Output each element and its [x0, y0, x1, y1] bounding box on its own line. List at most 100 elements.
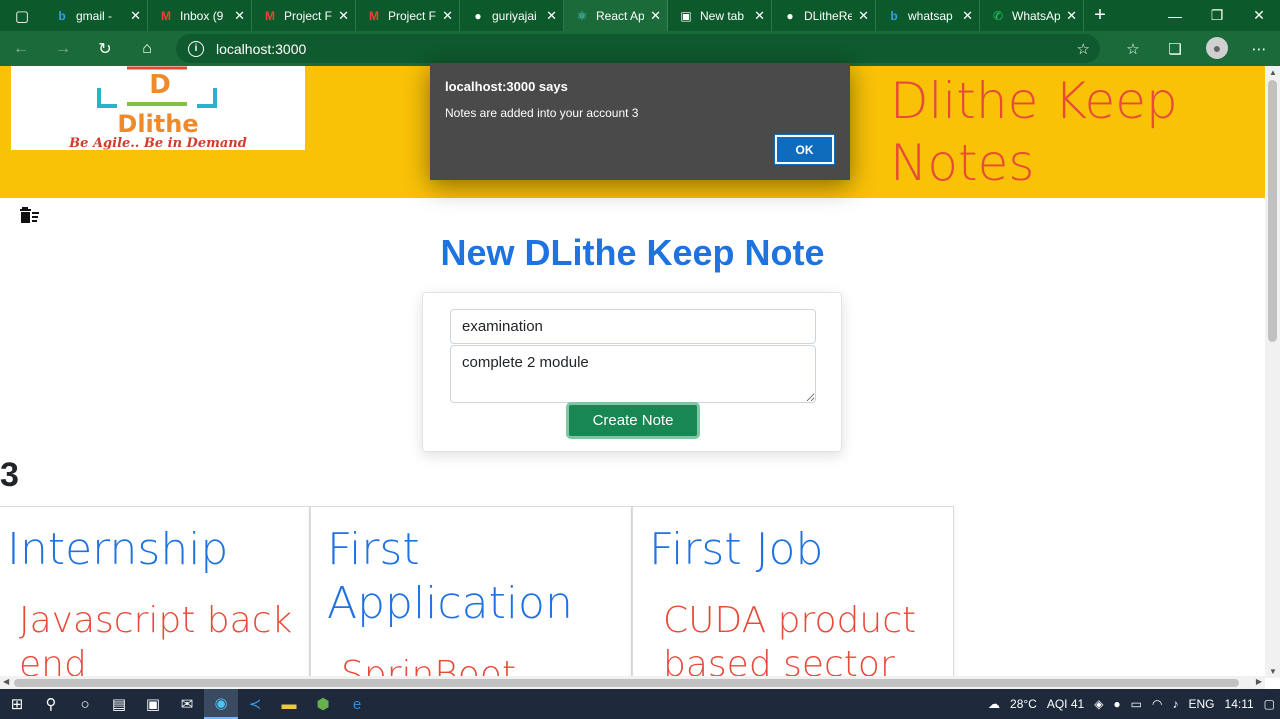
tab-github-dlithe[interactable]: ● DLitheRe ✕ [772, 0, 876, 31]
logo-tagline: Be Agile.. Be in Demand [69, 136, 247, 151]
note-body-textarea[interactable]: complete 2 module [450, 345, 816, 403]
vertical-scrollbar[interactable]: ▲ ▼ [1265, 66, 1280, 678]
bing-icon: b [890, 8, 898, 23]
browser-tab-strip: ▢ b gmail - ✕ M Inbox (9 ✕ M Project F ✕… [0, 0, 1280, 31]
file-explorer-icon[interactable]: ▬ [272, 689, 306, 719]
scroll-up-icon[interactable]: ▲ [1269, 68, 1277, 77]
battery-icon[interactable]: ▭ [1131, 697, 1142, 711]
scroll-left-icon[interactable]: ◀ [3, 677, 9, 686]
aqi-label[interactable]: AQI 41 [1047, 697, 1084, 711]
form-heading: New DLithe Keep Note [440, 232, 825, 273]
weather-icon[interactable]: ☁ [988, 697, 1000, 711]
close-icon[interactable]: ✕ [754, 8, 765, 24]
tab-react-app[interactable]: ⚛ React Ap ✕ [564, 0, 668, 31]
notifications-icon[interactable]: ▢ [1264, 697, 1275, 711]
tab-project-1[interactable]: M Project F ✕ [252, 0, 356, 31]
new-tab-button[interactable]: + [1084, 4, 1116, 27]
store-icon[interactable]: ▣ [136, 689, 170, 719]
dlithe-logo: D Dlithe Be Agile.. Be in Demand [11, 66, 305, 151]
weather-temp[interactable]: 28°C [1010, 697, 1037, 711]
restore-icon[interactable]: ❐ [1196, 0, 1238, 31]
windows-start-icon[interactable]: ⊞ [0, 689, 34, 719]
note-card[interactable]: Internship Javascript back end [0, 506, 310, 678]
logo-letter: D [149, 70, 171, 100]
tab-inbox[interactable]: M Inbox (9 ✕ [148, 0, 252, 31]
note-body: SprinBoot [341, 654, 517, 678]
refresh-icon[interactable]: ↻ [84, 31, 126, 66]
edge-icon[interactable]: ◉ [204, 689, 238, 719]
collections-icon[interactable]: ❏ [1154, 31, 1196, 66]
nodejs-icon[interactable]: ⬢ [306, 689, 340, 719]
microphone-icon[interactable]: ● [1113, 697, 1120, 711]
vertical-scroll-thumb[interactable] [1268, 80, 1277, 342]
whatsapp-icon: ✆ [992, 8, 1004, 23]
address-text: localhost:3000 [216, 40, 307, 57]
forward-icon[interactable]: → [42, 31, 84, 66]
note-body: CUDA product based sector [663, 600, 917, 678]
note-title: First Job [649, 524, 824, 575]
more-menu-icon[interactable]: ⋯ [1238, 31, 1280, 66]
cortana-icon[interactable]: ○ [68, 689, 102, 719]
clock[interactable]: 14:11 [1225, 697, 1254, 711]
close-icon[interactable]: ✕ [234, 8, 245, 24]
tab-whatsapp[interactable]: ✆ WhatsAp ✕ [980, 0, 1084, 31]
scroll-right-icon[interactable]: ▶ [1256, 677, 1262, 686]
note-title-input[interactable] [450, 309, 816, 344]
search-icon[interactable]: ⚲ [34, 689, 68, 719]
github-icon: ● [786, 8, 794, 23]
alert-title: localhost:3000 says [445, 79, 568, 94]
gmail-icon: M [369, 8, 379, 23]
close-icon[interactable]: ✕ [962, 8, 973, 24]
browser-toolbar: ← → ↻ ⌂ i localhost:3000 ☆ ☆ ❏ ● ⋯ [0, 31, 1280, 66]
alert-ok-button[interactable]: OK [774, 134, 835, 165]
close-icon[interactable]: ✕ [442, 8, 453, 24]
note-title: First Application [327, 524, 573, 629]
close-icon[interactable]: ✕ [858, 8, 869, 24]
tab-new-tab[interactable]: ▣ New tab ✕ [668, 0, 772, 31]
window-controls: — ❐ ✕ [1154, 0, 1280, 31]
gmail-icon: M [161, 8, 171, 23]
address-bar[interactable]: i localhost:3000 ☆ [176, 34, 1100, 63]
language-label[interactable]: ENG [1189, 697, 1215, 711]
trash-list-icon[interactable] [20, 206, 40, 224]
logo-brand: Dlithe [117, 110, 199, 138]
profile-avatar[interactable]: ● [1206, 37, 1228, 59]
close-icon[interactable]: ✕ [546, 8, 557, 24]
note-title: Internship [7, 524, 229, 575]
close-icon[interactable]: ✕ [1066, 8, 1077, 24]
horizontal-scrollbar[interactable]: ◀ ▶ [0, 676, 1265, 689]
windows-taskbar: ⊞ ⚲ ○ ▤ ▣ ✉ ◉ ≺ ▬ ⬢ e ☁ 28°C AQI 41 ◈ ● … [0, 689, 1280, 719]
toolbar-right-buttons: ☆ ❏ ● ⋯ [1112, 31, 1280, 66]
tab-github-guriya[interactable]: ● guriyajai ✕ [460, 0, 564, 31]
close-icon[interactable]: ✕ [650, 8, 661, 24]
window-close-icon[interactable]: ✕ [1238, 0, 1280, 31]
close-icon[interactable]: ✕ [338, 8, 349, 24]
vscode-icon[interactable]: ≺ [238, 689, 272, 719]
back-icon[interactable]: ← [0, 31, 42, 66]
tab-gmail-search[interactable]: b gmail - ✕ [44, 0, 148, 31]
favorites-icon[interactable]: ☆ [1112, 31, 1154, 66]
task-view-icon[interactable]: ▤ [102, 689, 136, 719]
create-note-button[interactable]: Create Note [566, 402, 700, 439]
home-icon[interactable]: ⌂ [126, 31, 168, 66]
wifi-icon[interactable]: ◠ [1152, 697, 1162, 711]
mail-icon[interactable]: ✉ [170, 689, 204, 719]
note-card[interactable]: First Job CUDA product based sector [632, 506, 954, 678]
newtab-icon: ▣ [680, 8, 692, 23]
volume-icon[interactable]: ♪ [1173, 697, 1179, 711]
add-favorite-icon[interactable]: ☆ [1077, 40, 1090, 58]
minimize-icon[interactable]: — [1154, 0, 1196, 31]
tab-actions-icon[interactable]: ▢ [0, 0, 44, 31]
close-icon[interactable]: ✕ [130, 8, 141, 24]
alert-message: Notes are added into your account 3 [445, 106, 639, 120]
tab-project-2[interactable]: M Project F ✕ [356, 0, 460, 31]
note-card[interactable]: First Application SprinBoot [310, 506, 632, 678]
system-tray: ☁ 28°C AQI 41 ◈ ● ▭ ◠ ♪ ENG 14:11 ▢ [983, 689, 1280, 719]
tab-whatsapp-search[interactable]: b whatsap ✕ [876, 0, 980, 31]
scroll-down-icon[interactable]: ▼ [1269, 667, 1277, 676]
internet-explorer-icon[interactable]: e [340, 689, 374, 719]
horizontal-scroll-thumb[interactable] [14, 679, 1239, 687]
network-icon[interactable]: ◈ [1094, 697, 1103, 711]
site-info-icon[interactable]: i [188, 40, 204, 57]
gmail-icon: M [265, 8, 275, 23]
